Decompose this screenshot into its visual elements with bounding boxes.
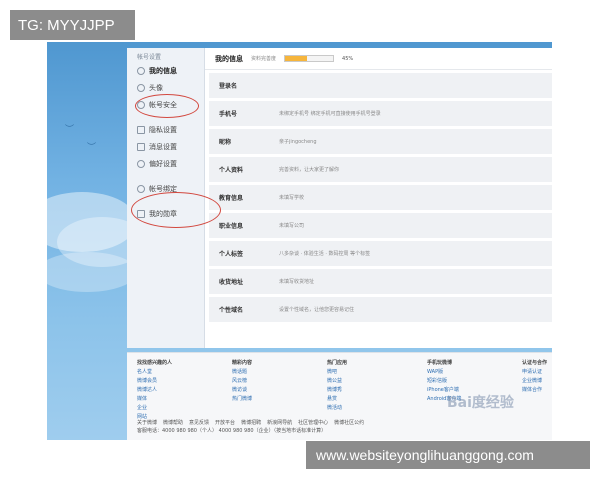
sidebar-item-label: 隐私设置 [149,125,177,134]
my-info-panel: 我的信息 资料完善度 45% 登录名手机号 未绑定手机号 绑定手机可直接使用手机号… [205,48,552,348]
footer-link[interactable]: 名人堂 [137,368,172,377]
info-row-value: 设置个性域名，让他您更容易记住 [279,307,355,313]
link-icon [137,184,145,193]
message-icon [137,142,145,151]
info-row-value: 未绑定手机号 绑定手机可直接使用手机号登录 [279,111,381,117]
info-row[interactable]: 昵称 亲子jingocheng [209,129,552,154]
info-row-value: 未填写学校 [279,195,305,201]
info-row[interactable]: 个人标签 八多杂谈 · 体验生活 · 数码控周 等个标签 [209,241,552,266]
footer-bottom-link[interactable]: 社区管理中心 [298,420,328,426]
footer-column: 认证与合作申请认证 企业微博 媒体合作 [522,359,547,395]
footer-link[interactable]: 企业微博 [522,377,547,386]
highlight-circle [131,192,221,228]
footer-link[interactable]: 热门微博 [232,395,252,404]
footer-link[interactable]: 悬赏 [327,395,347,404]
overlay-tag-bottom-right: www.websiteyonglihuanggong.com [306,441,590,469]
footer-link[interactable]: 申请认证 [522,368,547,377]
footer-link[interactable]: WAP版 [427,368,461,377]
avatar-icon [137,83,145,92]
footer-link[interactable]: 微吧 [327,368,347,377]
footer-column-heading: 认证与合作 [522,360,548,366]
footer-bottom-link[interactable]: 关于微博 [137,420,157,426]
footer-link[interactable]: 微访谈 [232,386,252,395]
person-icon [137,66,145,75]
bird-decoration: ︶ [87,143,97,153]
sidebar-item-preferences[interactable]: 偏好设置 [127,155,204,172]
footer-link[interactable]: 企业 [137,404,172,413]
overlay-tag-top-left: TG: MYYJJPP [10,10,135,40]
info-row-key: 教育信息 [219,195,244,202]
sidebar-item-messages[interactable]: 消息设置 [127,138,204,155]
footer-link[interactable]: 微博会员 [137,377,172,386]
footer-column-heading: 热门应用 [327,360,348,366]
footer-bottom-link[interactable]: 意见反馈 [189,420,209,426]
footer-link[interactable]: 媒体合作 [522,386,547,395]
sidebar-header: 帐号设置 [137,54,162,61]
footer-bottom: 关于微博 微博帮助 意见反馈 开放平台 微博招聘 新浪网导航 社区管理中心 微博社区公约 客服… [137,419,370,435]
info-row-value: 未填写公司 [279,223,305,229]
footer-bottom-link[interactable]: 微博社区公约 [334,420,364,426]
info-row-key: 昵称 [219,139,232,146]
footer-bottom-link[interactable]: 微博招聘 [241,420,261,426]
footer-bottom-link[interactable]: 开放平台 [215,420,235,426]
sidebar-item-label: 偏好设置 [149,159,177,168]
footer-bottom-link[interactable]: 微博帮助 [163,420,183,426]
completeness-progress-bar [284,55,335,62]
info-row-key: 收货地址 [219,279,244,286]
footer-bottom-link[interactable]: 新浪网导航 [267,420,292,426]
info-row-key: 登录名 [219,83,238,90]
footer-column: 精彩内容微话题 风云榜 微访谈 热门微博 [232,359,252,404]
info-topbar: 我的信息 资料完善度 45% [205,48,552,70]
sidebar-item-label: 我的信息 [149,66,177,75]
footer-column-heading: 手机玩微博 [427,360,453,366]
footer-column: 热门应用微吧 微公益 微博秀 悬赏 微活动 [327,359,347,413]
info-row[interactable]: 个性域名 设置个性域名，让他您更容易记住 [209,297,552,322]
footer-link[interactable]: 媒体 [137,395,172,404]
sidebar-item-label: 消息设置 [149,142,177,151]
screenshot-photo: ︶ ︶ 帐号设置 我的信息 头像 帐号安全 隐私设置 消息设置 偏好设置 帐号绑… [47,42,552,440]
info-row-key: 职业信息 [219,223,244,230]
info-row-value: 完善资料，让大家更了解你 [279,167,340,173]
info-row-key: 手机号 [219,111,238,118]
footer-column-heading: 精彩内容 [232,360,253,366]
info-row[interactable]: 手机号 未绑定手机号 绑定手机可直接使用手机号登录 [209,101,552,126]
info-row[interactable]: 个人资料 完善资料，让大家更了解你 [209,157,552,182]
sidebar-item-label: 头像 [149,83,163,92]
sidebar-item-privacy[interactable]: 隐私设置 [127,121,204,138]
info-row[interactable]: 教育信息 未填写学校 [209,185,552,210]
info-row-value: 亲子jingocheng [279,139,317,145]
page-title: 我的信息 [215,54,243,63]
footer-column: 找找感兴趣的人 名人堂 微博会员 微博达人 媒体 企业 网站 [137,359,172,422]
preference-icon [137,159,145,168]
completeness-percent: 45% [342,55,354,62]
footer-link[interactable]: 微话题 [232,368,252,377]
footer-link[interactable]: 微博秀 [327,386,347,395]
info-row-key: 个性域名 [219,307,244,314]
info-row[interactable]: 职业信息 未填写公司 [209,213,552,238]
privacy-icon [137,125,145,134]
completeness-fill [285,56,307,61]
completeness-label: 资料完善度 [251,56,277,62]
info-row-value: 八多杂谈 · 体验生活 · 数码控周 等个标签 [279,251,371,257]
footer-link[interactable]: 短彩信版 [427,377,461,386]
footer-link[interactable]: 微博达人 [137,386,172,395]
info-row-value: 未填写收货地址 [279,279,315,285]
info-row-key: 个人标签 [219,251,244,258]
sidebar-item-my-info[interactable]: 我的信息 [127,62,204,79]
info-row[interactable]: 收货地址 未填写收货地址 [209,269,552,294]
info-row[interactable]: 登录名 [209,73,552,98]
footer-link[interactable]: 微活动 [327,404,347,413]
bird-decoration: ︶ [65,125,75,135]
hotline-text: 客服电话：4000 980 980（个人） 4000 980 980（企业）（按… [137,428,327,434]
highlight-circle [135,94,199,118]
info-row-key: 个人资料 [219,167,244,174]
footer-link[interactable]: 微公益 [327,377,347,386]
footer-column-heading: 找找感兴趣的人 [137,360,173,366]
watermark-logo: Bai度经验 [447,395,514,411]
footer-link[interactable]: 风云榜 [232,377,252,386]
